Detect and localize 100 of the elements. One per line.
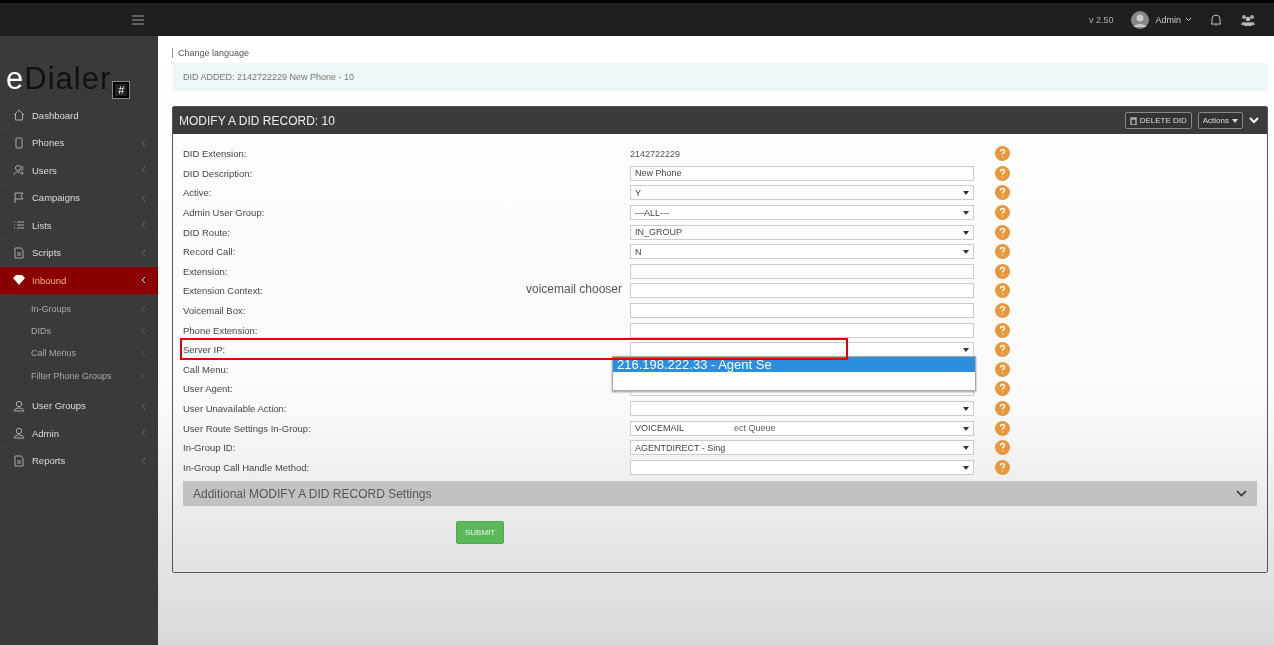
field-value: 2142722229 <box>630 148 681 159</box>
text-field[interactable] <box>630 303 974 319</box>
dropdown-field[interactable]: AGENTDIRECT - Sing <box>630 440 974 456</box>
help-icon[interactable] <box>994 381 1010 397</box>
sidebar-item[interactable]: Inbound <box>0 267 158 295</box>
help-icon[interactable] <box>994 303 1010 319</box>
diamond-icon <box>13 274 25 287</box>
field-label: DID Route: <box>183 226 230 238</box>
field-label: Extension Context: <box>183 285 263 297</box>
additional-settings-bar[interactable]: Additional MODIFY A DID RECORD Settings <box>183 481 1257 507</box>
help-icon[interactable] <box>994 165 1010 181</box>
help-icon[interactable] <box>994 342 1010 358</box>
field-label: Admin User Group: <box>183 207 265 219</box>
chevron-icon <box>141 221 146 230</box>
text-field[interactable] <box>630 263 974 279</box>
voicemail-chooser-label: voicemail chooser <box>525 282 622 297</box>
document-icon <box>13 246 25 259</box>
caret-icon <box>963 426 969 431</box>
help-icon[interactable] <box>994 244 1010 260</box>
field-label: In-Group ID: <box>183 442 236 454</box>
chevron-icon <box>141 371 146 380</box>
field-label: User Unavailable Action: <box>183 403 287 414</box>
user-menu[interactable]: Admin <box>1155 14 1192 25</box>
field-label: Server IP: <box>183 344 226 356</box>
dropdown-field[interactable]: Y <box>630 185 974 201</box>
user-icon <box>13 427 25 440</box>
caret-icon <box>963 250 969 255</box>
chevron-icon <box>141 456 146 465</box>
chevron-icon <box>141 193 146 202</box>
help-icon[interactable] <box>994 322 1010 338</box>
caret-icon <box>1185 17 1192 22</box>
dropdown-field[interactable] <box>630 459 974 475</box>
caret-icon <box>963 465 969 470</box>
field-label: Call Menu: <box>183 363 229 375</box>
help-icon[interactable] <box>994 185 1010 201</box>
chevron-icon <box>141 248 146 257</box>
caret-icon <box>963 230 969 235</box>
avatar-icon <box>1131 10 1150 29</box>
text-field[interactable] <box>630 283 974 299</box>
text-field[interactable] <box>630 322 974 338</box>
sidebar-subitem[interactable]: DIDs <box>0 319 158 343</box>
delete-did-button[interactable]: DELETE DID <box>1124 112 1192 129</box>
caret-icon <box>963 211 969 216</box>
flag-icon <box>13 191 25 204</box>
list-icon <box>13 219 25 232</box>
field-label: Active: <box>183 187 212 199</box>
sidebar-subitem[interactable]: Filter Phone Groups <box>0 364 158 387</box>
help-icon[interactable] <box>994 401 1010 416</box>
dropdown-field[interactable]: VOICEMAIL ect Queue <box>630 420 974 436</box>
field-label: Record Call: <box>183 246 236 258</box>
caret-icon <box>1232 118 1238 123</box>
caret-icon <box>963 407 969 411</box>
users-icon[interactable] <box>1240 13 1256 26</box>
version-text: v 2.50 <box>1088 14 1114 25</box>
help-icon[interactable] <box>994 263 1010 279</box>
dropdown-field[interactable]: ---ALL--- <box>630 205 974 221</box>
chevron-icon <box>141 166 146 175</box>
panel-title: MODIFY A DID RECORD: 10 <box>179 113 335 128</box>
help-icon[interactable] <box>994 224 1010 240</box>
help-icon[interactable] <box>994 283 1010 299</box>
sidebar-subitem[interactable]: In-Groups <box>0 297 158 320</box>
sidebar-subitem[interactable]: Call Menus <box>0 342 158 365</box>
actions-button[interactable]: Actions <box>1197 112 1243 129</box>
user-icon <box>13 399 25 412</box>
phone-icon <box>13 136 25 149</box>
chevron-icon <box>141 326 146 335</box>
help-icon[interactable] <box>994 420 1010 436</box>
chevron-icon <box>141 429 146 438</box>
field-label: User Route Settings In-Group: <box>183 422 311 434</box>
help-icon[interactable] <box>994 459 1010 475</box>
field-label: Phone Extension: <box>183 324 258 336</box>
chevron-icon <box>141 304 146 313</box>
help-icon[interactable] <box>994 361 1010 377</box>
field-label: DID Description: <box>183 167 253 179</box>
help-icon[interactable] <box>994 440 1010 456</box>
chevron-icon <box>1236 490 1247 498</box>
field-label: In-Group Call Handle Method: <box>183 461 310 473</box>
dropdown-field[interactable]: IN_GROUP <box>630 224 974 240</box>
text-field[interactable]: New Phone <box>630 165 974 181</box>
dropdown-field[interactable] <box>630 401 974 416</box>
home-icon <box>13 109 25 122</box>
collapse-icon[interactable] <box>1249 117 1259 124</box>
logo-mark: # <box>113 82 130 98</box>
dropdown-field[interactable]: N <box>630 244 974 260</box>
users-icon <box>13 164 25 177</box>
help-icon[interactable] <box>994 146 1010 162</box>
field-label: Extension: <box>183 265 228 277</box>
chevron-icon <box>141 276 146 285</box>
chevron-icon <box>141 349 146 358</box>
help-icon[interactable] <box>994 205 1010 221</box>
field-label: Voicemail Box: <box>183 305 246 317</box>
menu-icon[interactable] <box>132 14 144 25</box>
field-label: DID Extension: <box>183 148 247 160</box>
field-label: User Agent: <box>183 383 233 395</box>
caret-icon <box>963 191 969 196</box>
bell-icon[interactable] <box>1210 13 1222 26</box>
change-language-link[interactable]: Change language <box>172 48 250 58</box>
caret-icon <box>963 348 969 353</box>
caret-icon <box>963 446 969 451</box>
chevron-icon <box>141 401 146 410</box>
